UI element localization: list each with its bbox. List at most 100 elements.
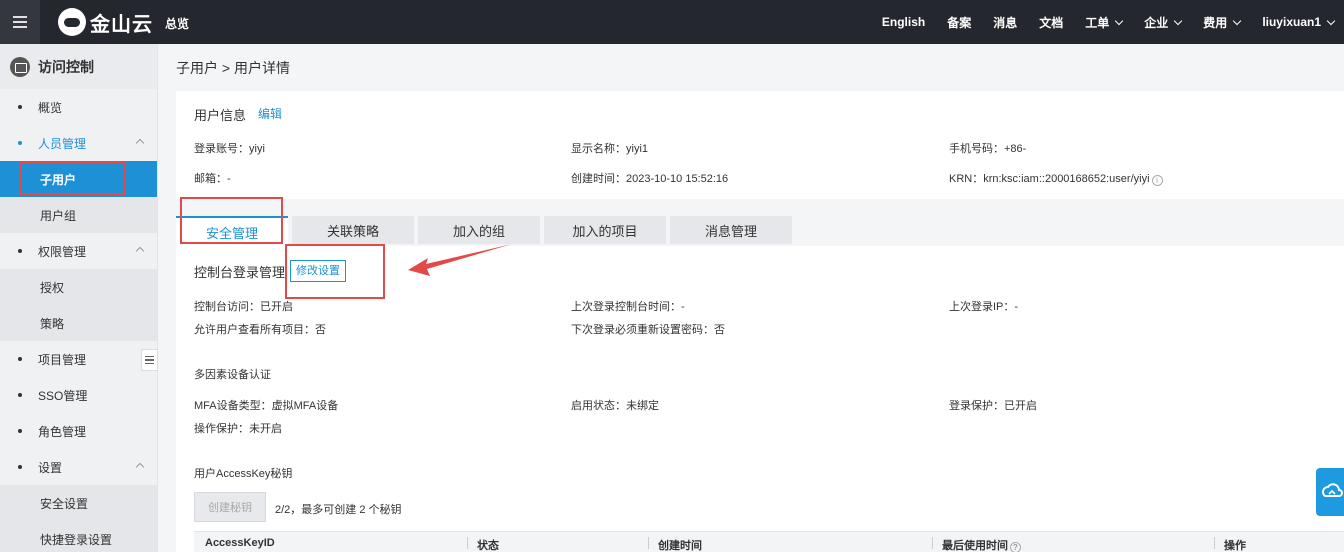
col-actions: 操作	[1224, 540, 1246, 552]
sidebar-item-label: 用户组	[40, 208, 77, 223]
column-divider	[648, 537, 649, 549]
menu-toggle-icon[interactable]	[0, 0, 40, 44]
bullet-icon	[18, 429, 22, 433]
create-key-button[interactable]: 创建秘钥	[194, 492, 266, 522]
chevron-down-icon	[1115, 16, 1124, 25]
annotation-arrow-icon	[408, 244, 512, 276]
column-divider	[1214, 537, 1215, 549]
top-navigation-bar: 金山云 总览 English 备案 消息 文档 工单 企业 费用 liuyixu…	[0, 0, 1344, 44]
chevron-up-icon	[135, 462, 145, 472]
highlight-box-subuser	[20, 161, 126, 195]
console-access: 控制台访问：已开启	[194, 301, 293, 313]
sidebar-item-label: 授权	[40, 280, 65, 295]
sidebar-item-people[interactable]: 人员管理	[0, 125, 157, 161]
mfa-status: 启用状态：未绑定	[571, 400, 659, 412]
breadcrumb: 子用户 > 用户详情	[176, 58, 290, 78]
sidebar-item-policies[interactable]: 策略	[0, 305, 157, 341]
sidebar-item-quick-login[interactable]: 快捷登录设置	[0, 521, 157, 552]
chevron-down-icon	[1233, 16, 1242, 25]
email: 邮箱：-	[194, 173, 231, 185]
nav-account[interactable]: liuyixuan1	[1262, 15, 1336, 29]
sidebar-item-label: 策略	[40, 316, 65, 331]
tab-label: 关联策略	[326, 223, 379, 239]
id-card-icon	[10, 56, 30, 77]
accesskey-title: 用户AccessKey秘钥	[194, 468, 293, 480]
customer-service-float-button[interactable]	[1316, 468, 1344, 516]
user-info-title: 用户信息	[194, 108, 247, 123]
nav-filing[interactable]: 备案	[947, 14, 971, 31]
nav-english[interactable]: English	[882, 15, 925, 29]
overview-link[interactable]: 总览	[165, 15, 189, 32]
last-login-ip: 上次登录IP：-	[949, 301, 1019, 313]
tab-label: 加入的组	[452, 223, 505, 239]
reset-password-next-login: 下次登录必须重新设置密码：否	[571, 324, 725, 336]
sidebar: 访问控制 概览 人员管理 子用户 用户组 权限管理 授权 策略 项目管理 SSO…	[0, 44, 158, 552]
sidebar-item-authorization[interactable]: 授权	[0, 269, 157, 305]
mfa-device-type: MFA设备类型：虚拟MFA设备	[194, 400, 339, 412]
chevron-up-icon	[135, 246, 145, 256]
allow-view-projects: 允许用户查看所有项目：否	[194, 324, 326, 336]
edit-user-link[interactable]: 编辑	[258, 105, 282, 122]
sidebar-item-label: 设置	[38, 460, 63, 475]
krn-row: KRN：krn:ksc:iam::2000168652:user/yiyi i	[949, 170, 1163, 186]
created-time: 创建时间：2023-10-10 15:52:16	[571, 173, 729, 185]
sidebar-header: 访问控制	[0, 44, 157, 89]
nav-billing-label: 费用	[1203, 15, 1228, 30]
login-account: 登录账号：yiyi	[194, 143, 265, 155]
nav-docs-label: 文档	[1039, 15, 1064, 30]
brand-name: 金山云	[90, 13, 153, 36]
col-last-used-row: 最后使用时间?	[942, 537, 1021, 552]
bullet-icon	[18, 141, 22, 145]
cloud-logo-icon	[58, 8, 86, 36]
nav-account-label: liuyixuan1	[1262, 15, 1321, 29]
sidebar-item-security-settings[interactable]: 安全设置	[0, 485, 157, 521]
col-accesskey-id: AccessKeyID	[205, 537, 275, 549]
tab-policies[interactable]: 关联策略	[292, 216, 414, 244]
bullet-icon	[18, 465, 22, 469]
sidebar-item-projects[interactable]: 项目管理	[0, 341, 157, 377]
nav-messages[interactable]: 消息	[993, 14, 1017, 31]
sidebar-item-label: 安全设置	[40, 496, 89, 511]
nav-enterprise[interactable]: 企业	[1144, 14, 1183, 31]
sidebar-item-label: 快捷登录设置	[40, 532, 113, 547]
chevron-up-icon	[135, 138, 145, 148]
chevron-down-icon	[1174, 16, 1183, 25]
chevron-down-icon	[1326, 16, 1336, 25]
nav-enterprise-label: 企业	[1144, 15, 1169, 30]
breadcrumb-current: 用户详情	[233, 60, 290, 76]
tab-projects[interactable]: 加入的项目	[544, 216, 666, 244]
collapse-sidebar-icon[interactable]	[141, 349, 158, 371]
nav-tickets[interactable]: 工单	[1085, 14, 1124, 31]
key-quota: 2/2，最多可创建 2 个秘钥	[275, 504, 402, 516]
sidebar-item-label: 角色管理	[38, 424, 87, 439]
display-name: 显示名称：yiyi1	[571, 143, 649, 155]
user-info-card: 用户信息 编辑 登录账号：yiyi 显示名称：yiyi1 手机号码：+86- 邮…	[176, 91, 1344, 199]
sidebar-item-permissions[interactable]: 权限管理	[0, 233, 157, 269]
last-login-time: 上次登录控制台时间：-	[571, 301, 685, 313]
sidebar-item-settings[interactable]: 设置	[0, 449, 157, 485]
nav-tickets-label: 工单	[1085, 15, 1110, 30]
operation-protection: 操作保护：未开启	[194, 423, 282, 435]
sidebar-item-overview[interactable]: 概览	[0, 89, 157, 125]
nav-billing[interactable]: 费用	[1203, 14, 1242, 31]
highlight-box-security-tab	[180, 197, 283, 244]
sidebar-item-usergroups[interactable]: 用户组	[0, 197, 157, 233]
info-icon[interactable]: i	[1151, 175, 1163, 186]
help-icon[interactable]: ?	[1010, 542, 1021, 552]
tab-messages[interactable]: 消息管理	[670, 216, 792, 244]
breadcrumb-parent-link[interactable]: 子用户	[176, 60, 218, 76]
highlight-box-modify-settings	[285, 244, 385, 299]
nav-messages-label: 消息	[993, 15, 1018, 30]
tab-label: 消息管理	[704, 223, 757, 239]
brand-logo[interactable]: 金山云	[58, 8, 153, 36]
tab-groups[interactable]: 加入的组	[418, 216, 540, 244]
nav-english-label: English	[881, 15, 926, 29]
accesskey-table-header: AccessKeyID 状态 创建时间 最后使用时间? 操作	[194, 531, 1344, 552]
column-divider	[467, 537, 468, 549]
bullet-icon	[18, 393, 22, 397]
sidebar-item-sso[interactable]: SSO管理	[0, 377, 157, 413]
sidebar-item-label: SSO管理	[38, 388, 88, 403]
nav-docs[interactable]: 文档	[1039, 14, 1063, 31]
breadcrumb-separator: >	[221, 60, 231, 76]
sidebar-item-roles[interactable]: 角色管理	[0, 413, 157, 449]
